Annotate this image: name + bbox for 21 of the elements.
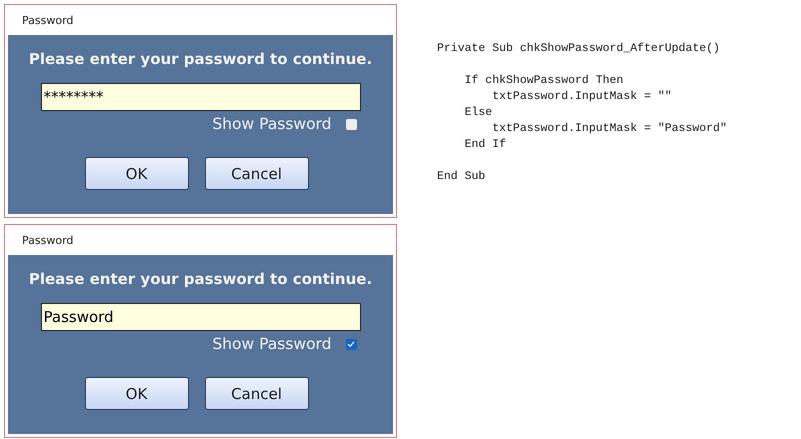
code-line: Private Sub chkShowPassword_AfterUpdate()	[437, 41, 721, 57]
show-password-checkbox[interactable]	[346, 118, 356, 130]
cancel-button[interactable]: Cancel	[204, 157, 308, 190]
prompt-text: Please enter your password to continue.	[28, 270, 372, 288]
window-title: Password	[22, 14, 74, 26]
show-password-label: Show Password	[212, 335, 332, 353]
ok-button[interactable]: OK	[84, 377, 188, 410]
cancel-button[interactable]: Cancel	[204, 377, 308, 410]
window-title: Password	[22, 234, 74, 246]
password-field[interactable]: Password	[40, 303, 360, 331]
code-line: End Sub	[437, 169, 486, 185]
code-line: If chkShowPassword Then	[464, 73, 624, 89]
code-line: Else	[464, 105, 494, 121]
password-field[interactable]: ********	[40, 83, 360, 111]
code-line: End If	[464, 137, 508, 153]
prompt-text: Please enter your password to continue.	[28, 50, 372, 68]
show-password-label: Show Password	[212, 115, 332, 133]
code-line: txtPassword.InputMask = ""	[491, 89, 673, 105]
code-line: txtPassword.InputMask = "Password"	[491, 121, 727, 137]
ok-button[interactable]: OK	[84, 157, 188, 190]
show-password-checkbox[interactable]	[346, 338, 356, 350]
